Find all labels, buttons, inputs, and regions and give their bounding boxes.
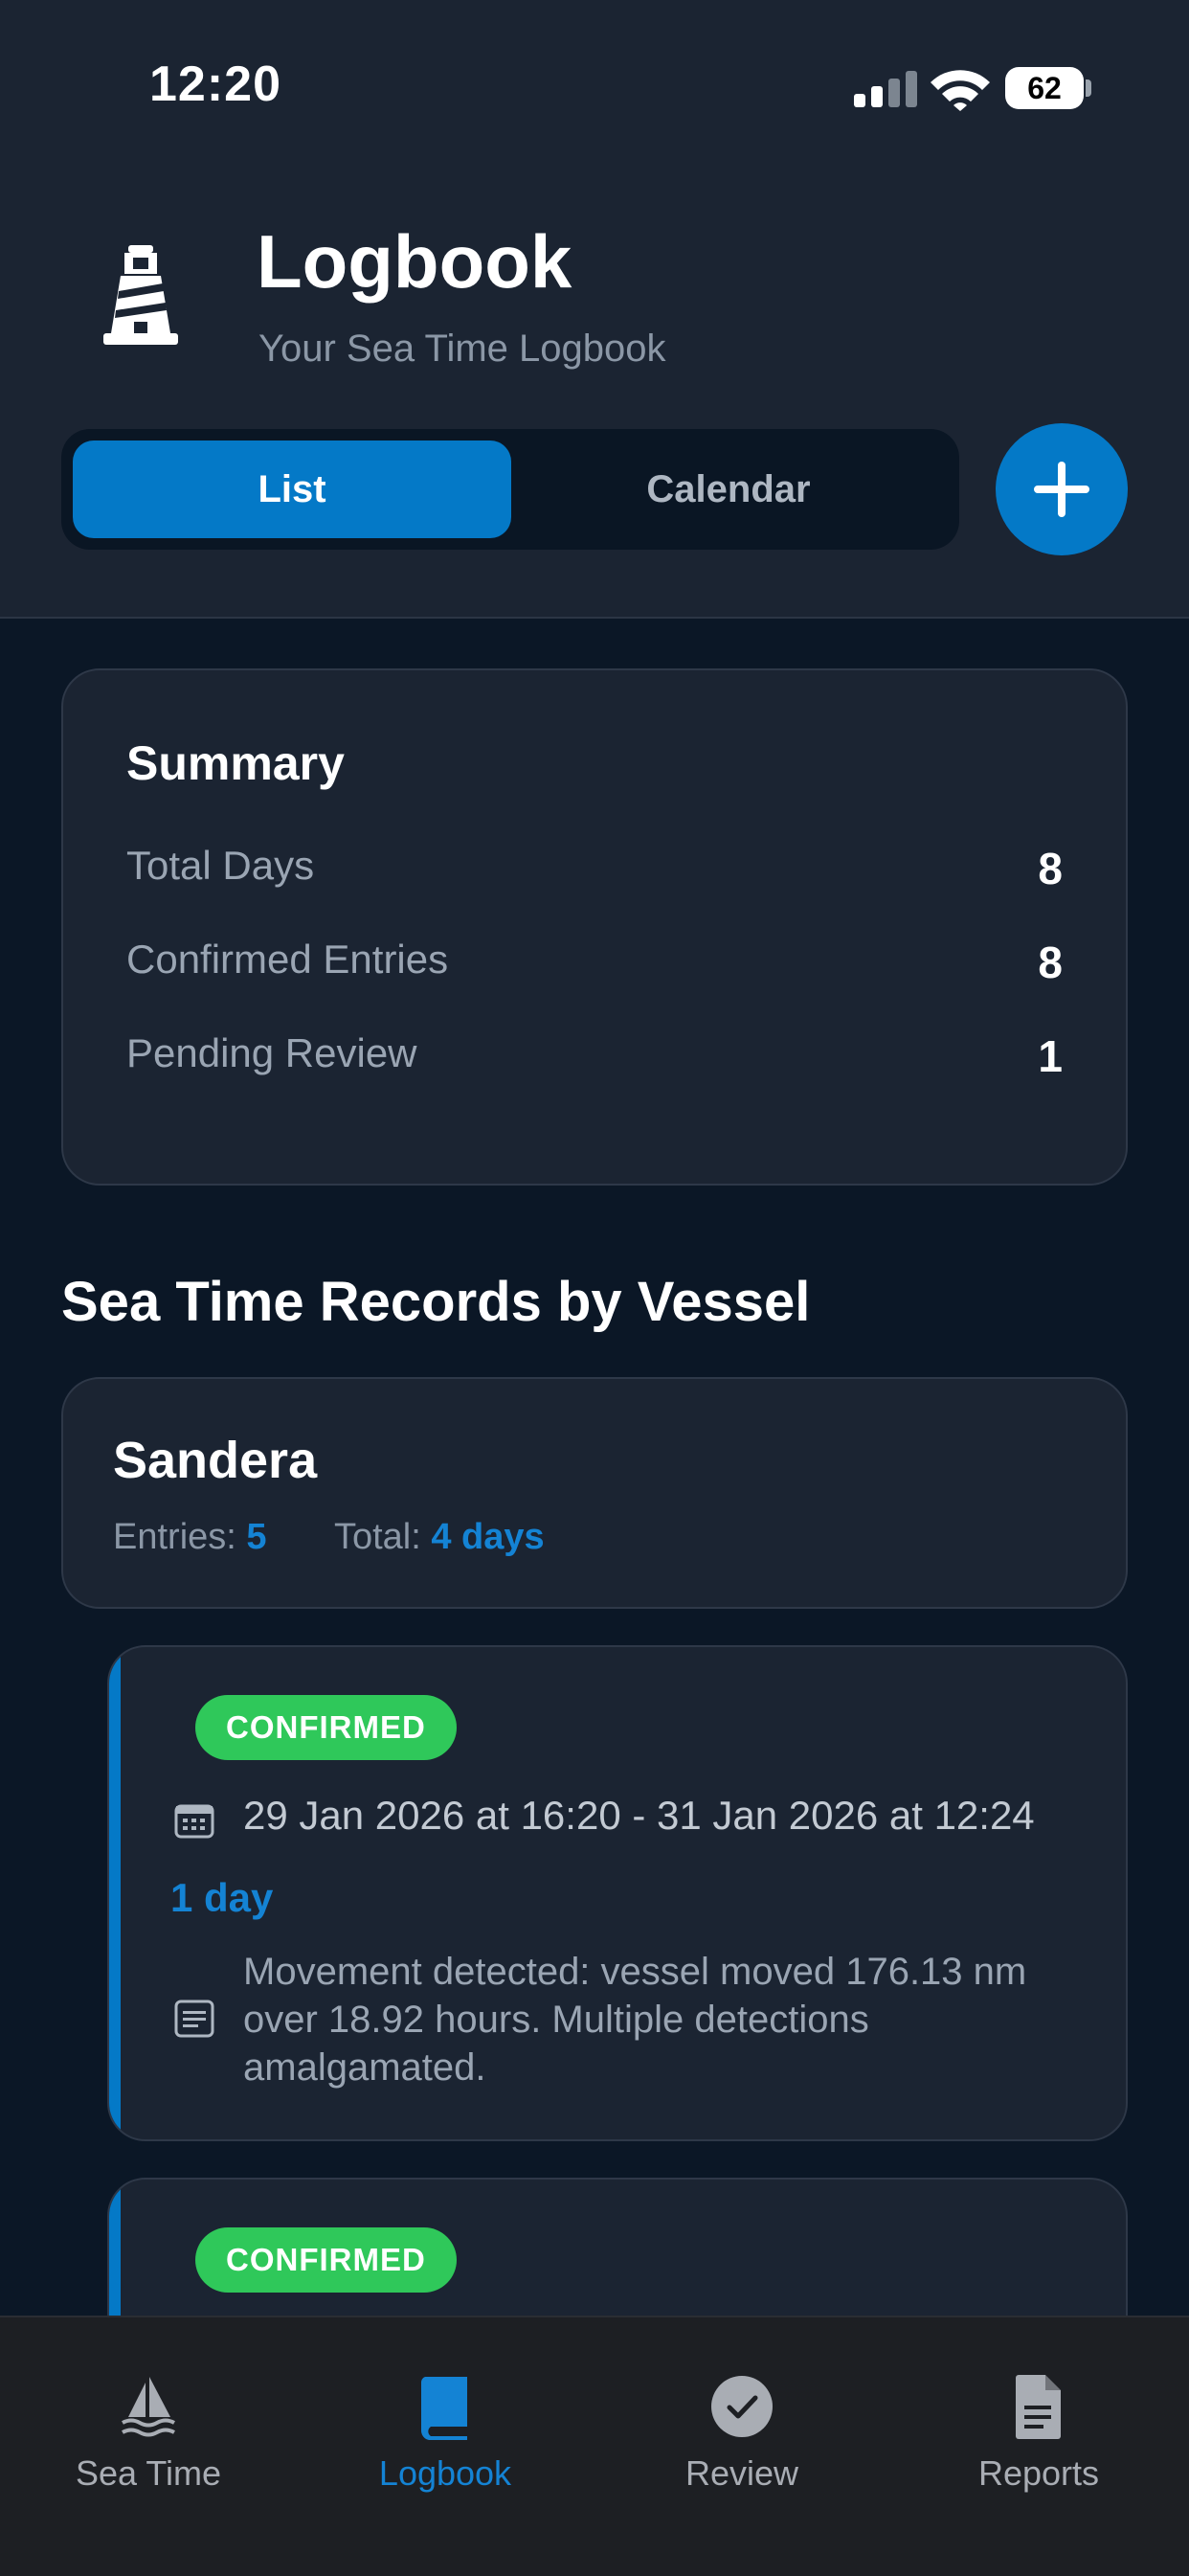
add-entry-button[interactable] — [996, 423, 1128, 555]
vessel-name: Sandera — [113, 1432, 318, 1489]
entries-value: 5 — [246, 1517, 267, 1557]
calendar-icon — [174, 1804, 214, 1839]
summary-card: Summary Total Days 8 Confirmed Entries 8… — [61, 668, 1128, 1186]
summary-label: Confirmed Entries — [126, 937, 449, 982]
tab-logbook[interactable]: Logbook — [297, 2317, 594, 2509]
tab-label: Sea Time — [75, 2453, 222, 2493]
entry-duration: 1 day — [170, 1875, 274, 1920]
summary-value: 8 — [1038, 938, 1063, 987]
tab-label: Reports — [977, 2453, 1100, 2493]
battery-nub — [1086, 79, 1091, 97]
summary-title: Summary — [126, 736, 345, 790]
status-time: 12:20 — [149, 56, 281, 112]
summary-label: Total Days — [126, 843, 315, 888]
summary-value: 8 — [1038, 844, 1063, 893]
entry-date-range: 29 Jan 2026 at 16:20 - 31 Jan 2026 at 12… — [243, 1793, 1035, 1838]
summary-value: 1 — [1038, 1031, 1063, 1081]
entries-label: Entries: — [113, 1517, 236, 1557]
log-entry-card[interactable]: CONFIRMED 29 Jan 2026 at 16:20 - 31 Jan … — [107, 1645, 1128, 2141]
page-subtitle: Your Sea Time Logbook — [258, 328, 666, 370]
status-badge: CONFIRMED — [195, 1695, 457, 1760]
header: 12:20 62 Logbook Your Sea Time Logbook L… — [0, 0, 1189, 619]
document-icon — [1016, 2375, 1061, 2439]
cellular-signal-icon — [854, 71, 917, 107]
battery-indicator: 62 — [1005, 67, 1084, 109]
note-icon — [174, 2000, 214, 2038]
view-segmented-control: List Calendar — [61, 429, 959, 550]
tab-review[interactable]: Review — [594, 2317, 890, 2509]
entry-note: Movement detected: vessel moved 176.13 n… — [243, 1951, 1027, 2089]
summary-row-total-days: Total Days 8 — [126, 843, 1063, 894]
total-value: 4 days — [431, 1517, 545, 1557]
sailboat-icon — [122, 2377, 175, 2437]
check-circle-icon — [711, 2376, 773, 2437]
book-icon — [420, 2377, 467, 2440]
tab-label: Review — [684, 2453, 799, 2493]
summary-label: Pending Review — [126, 1030, 417, 1075]
wifi-icon — [931, 70, 990, 111]
summary-row-pending: Pending Review 1 — [126, 1030, 1063, 1082]
page-title: Logbook — [257, 219, 572, 304]
tab-label: Logbook — [378, 2453, 512, 2493]
lighthouse-icon — [103, 245, 178, 345]
vessel-meta: Entries: 5 Total: 4 days — [113, 1517, 545, 1558]
status-badge: CONFIRMED — [195, 2227, 457, 2293]
tab-bar: Sea Time Logbook Review Reports — [0, 2316, 1189, 2576]
section-title: Sea Time Records by Vessel — [61, 1271, 811, 1333]
tab-sea-time[interactable]: Sea Time — [0, 2317, 297, 2509]
plus-icon — [1034, 462, 1089, 517]
calendar-view-button[interactable]: Calendar — [509, 441, 948, 538]
entry-accent-bar — [109, 1647, 121, 2139]
list-view-button[interactable]: List — [73, 441, 511, 538]
tab-reports[interactable]: Reports — [890, 2317, 1187, 2509]
vessel-card[interactable]: Sandera Entries: 5 Total: 4 days — [61, 1377, 1128, 1609]
summary-row-confirmed: Confirmed Entries 8 — [126, 937, 1063, 988]
total-label: Total: — [333, 1517, 421, 1557]
